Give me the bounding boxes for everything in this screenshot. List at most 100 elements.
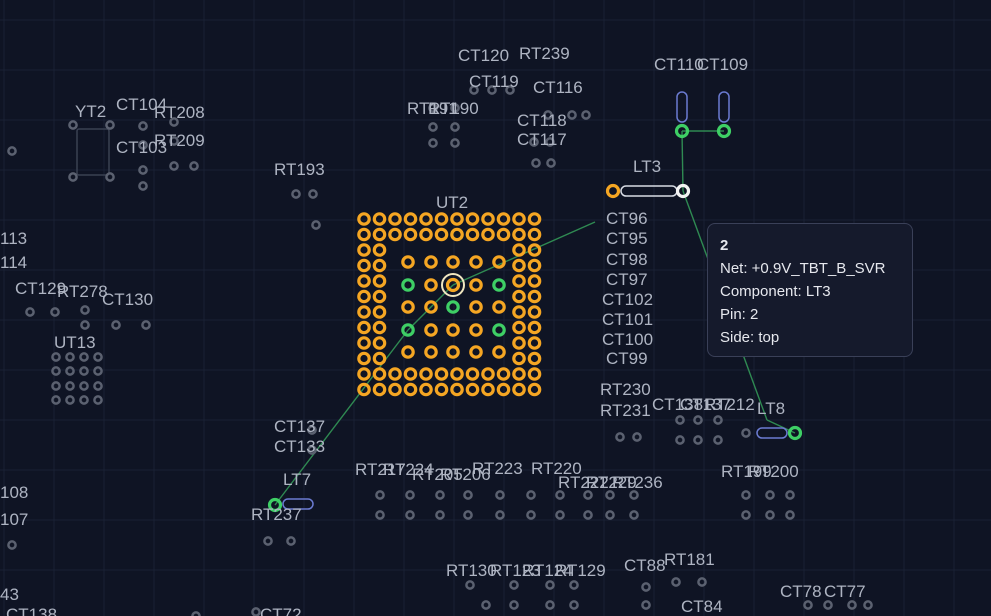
ut2-pad[interactable]	[403, 212, 418, 226]
ut2-inner-pad[interactable]	[492, 345, 506, 359]
ut2-pad[interactable]	[357, 382, 371, 397]
ut2-pad[interactable]	[357, 274, 371, 288]
ut2-pad[interactable]	[481, 367, 495, 381]
pad[interactable]	[785, 490, 795, 500]
pad[interactable]	[765, 510, 775, 520]
ut2-pad[interactable]	[527, 305, 542, 319]
ut2-inner-pad[interactable]	[424, 278, 438, 292]
pad[interactable]	[50, 307, 60, 317]
pad[interactable]	[509, 580, 519, 590]
pad[interactable]	[546, 158, 556, 168]
ut2-pad[interactable]	[512, 227, 526, 242]
ut2-pad[interactable]	[388, 367, 402, 381]
ut2-pad[interactable]	[357, 336, 371, 350]
ut2-inner-pad[interactable]	[424, 323, 438, 337]
pad[interactable]	[847, 600, 857, 610]
pad[interactable]	[481, 600, 491, 610]
ut2-pad[interactable]	[512, 305, 526, 319]
pad[interactable]	[286, 536, 296, 546]
ut2-pad[interactable]	[512, 274, 526, 288]
pad[interactable]	[51, 352, 61, 362]
ut2-pad[interactable]	[450, 382, 464, 397]
pad[interactable]	[823, 600, 833, 610]
pad[interactable]	[713, 435, 723, 445]
pad[interactable]	[79, 366, 89, 376]
ut2-pad[interactable]	[465, 367, 480, 381]
ut2-pad[interactable]	[372, 382, 387, 397]
pad[interactable]	[93, 366, 103, 376]
ut2-pad[interactable]	[388, 212, 402, 226]
pad[interactable]	[7, 146, 17, 156]
ut2-pad[interactable]	[419, 382, 433, 397]
pad[interactable]	[495, 490, 505, 500]
pad[interactable]	[169, 161, 179, 171]
pad[interactable]	[569, 580, 579, 590]
ut2-pad[interactable]	[419, 212, 433, 226]
pad[interactable]	[65, 352, 75, 362]
pad[interactable]	[435, 490, 445, 500]
ut2-pad[interactable]	[512, 367, 526, 381]
pad[interactable]	[509, 600, 519, 610]
ut2-inner-pad[interactable]	[401, 345, 415, 359]
ut2-pad[interactable]	[372, 351, 387, 366]
ut2-inner-pad[interactable]	[401, 255, 415, 269]
pad[interactable]	[569, 600, 579, 610]
ut2-pad[interactable]	[357, 305, 371, 319]
ut2-pad[interactable]	[512, 212, 526, 226]
pad[interactable]	[80, 305, 90, 315]
ut2-inner-pad[interactable]	[424, 345, 438, 359]
pad[interactable]	[531, 158, 541, 168]
pad[interactable]	[251, 607, 261, 616]
pad[interactable]	[105, 172, 115, 182]
pad[interactable]	[697, 577, 707, 587]
ut2-pad[interactable]	[527, 289, 542, 304]
pad[interactable]	[93, 352, 103, 362]
pad[interactable]	[375, 510, 385, 520]
pad[interactable]	[450, 122, 460, 132]
ut2-pad[interactable]	[450, 227, 464, 242]
pad[interactable]	[581, 110, 591, 120]
pad[interactable]	[741, 428, 751, 438]
ut2-pad[interactable]	[527, 367, 542, 381]
ut2-inner-pad[interactable]	[446, 345, 460, 359]
ut2-pad[interactable]	[450, 367, 464, 381]
pad[interactable]	[693, 435, 703, 445]
ut2-pad[interactable]	[481, 212, 495, 226]
pad[interactable]	[526, 510, 536, 520]
ut2-pad[interactable]	[357, 258, 371, 273]
ut2-pad[interactable]	[372, 274, 387, 288]
pad[interactable]	[435, 510, 445, 520]
ut2-pad[interactable]	[388, 227, 402, 242]
pad[interactable]	[675, 435, 685, 445]
pad[interactable]	[450, 138, 460, 148]
ut2-pad[interactable]	[450, 212, 464, 226]
ut2-pad[interactable]	[512, 243, 526, 257]
pad[interactable]	[428, 138, 438, 148]
ut2-pad[interactable]	[372, 243, 387, 257]
pad[interactable]	[138, 181, 148, 191]
pad[interactable]	[291, 189, 301, 199]
pad[interactable]	[526, 490, 536, 500]
pad[interactable]	[567, 110, 577, 120]
ut2-pad[interactable]	[527, 258, 542, 273]
pad[interactable]	[741, 510, 751, 520]
ut2-inner-pad[interactable]	[469, 278, 483, 292]
pad[interactable]	[51, 395, 61, 405]
ut2-pad[interactable]	[434, 367, 449, 381]
pad[interactable]	[80, 320, 90, 330]
ut2-inner-pad[interactable]	[469, 345, 483, 359]
pad[interactable]	[105, 120, 115, 130]
pad[interactable]	[375, 490, 385, 500]
ut2-pad[interactable]	[527, 212, 542, 226]
ut2-inner-pad[interactable]	[446, 323, 460, 337]
ut2-pad[interactable]	[434, 212, 449, 226]
pad[interactable]	[65, 395, 75, 405]
ut2-pad[interactable]	[372, 212, 387, 226]
pad[interactable]	[25, 307, 35, 317]
ut2-pad[interactable]	[357, 367, 371, 381]
ut2-pad[interactable]	[527, 382, 542, 397]
pad[interactable]	[51, 366, 61, 376]
ut2-pad[interactable]	[527, 320, 542, 335]
pad[interactable]	[632, 432, 642, 442]
ut2-pad[interactable]	[434, 382, 449, 397]
